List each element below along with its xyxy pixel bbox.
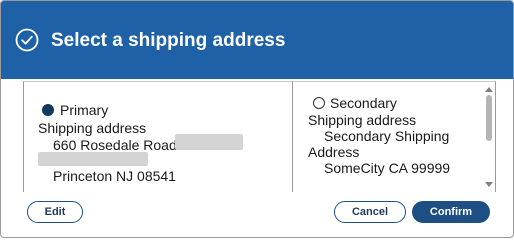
dialog-header: Select a shipping address: [1, 1, 513, 79]
address-line2-secondary: Address: [308, 144, 360, 160]
address-type-secondary: Shipping address: [308, 112, 417, 128]
scroll-thumb[interactable]: [486, 95, 492, 141]
address-list-scrollbar[interactable]: [483, 81, 496, 192]
dialog-title: Select a shipping address: [51, 30, 286, 51]
radio-secondary[interactable]: [313, 97, 325, 109]
address-label-primary: Primary: [60, 102, 109, 118]
address-label-secondary: Secondary: [330, 95, 397, 111]
address-option-primary[interactable]: Primary Shipping address 660 Rosedale Ro…: [23, 81, 293, 192]
cancel-button[interactable]: Cancel: [334, 201, 406, 223]
redacted-text: [38, 152, 148, 166]
edit-button[interactable]: Edit: [27, 201, 83, 223]
address-city-secondary: SomeCity CA 99999: [324, 160, 451, 176]
address-city-primary: Princeton NJ 08541: [53, 168, 176, 184]
address-line1-secondary: Secondary Shipping: [324, 128, 450, 144]
scroll-up-icon[interactable]: [485, 87, 493, 92]
address-option-secondary[interactable]: Secondary Shipping address Secondary Shi…: [293, 81, 484, 192]
confirm-button[interactable]: Confirm: [412, 201, 490, 223]
redacted-text: [175, 134, 243, 150]
address-type-primary: Shipping address: [38, 120, 147, 136]
scroll-down-icon[interactable]: [485, 182, 493, 187]
check-circle-icon: [15, 28, 39, 52]
radio-primary[interactable]: [42, 104, 54, 116]
shipping-address-dialog: Select a shipping address Primary Shippi…: [0, 0, 514, 238]
